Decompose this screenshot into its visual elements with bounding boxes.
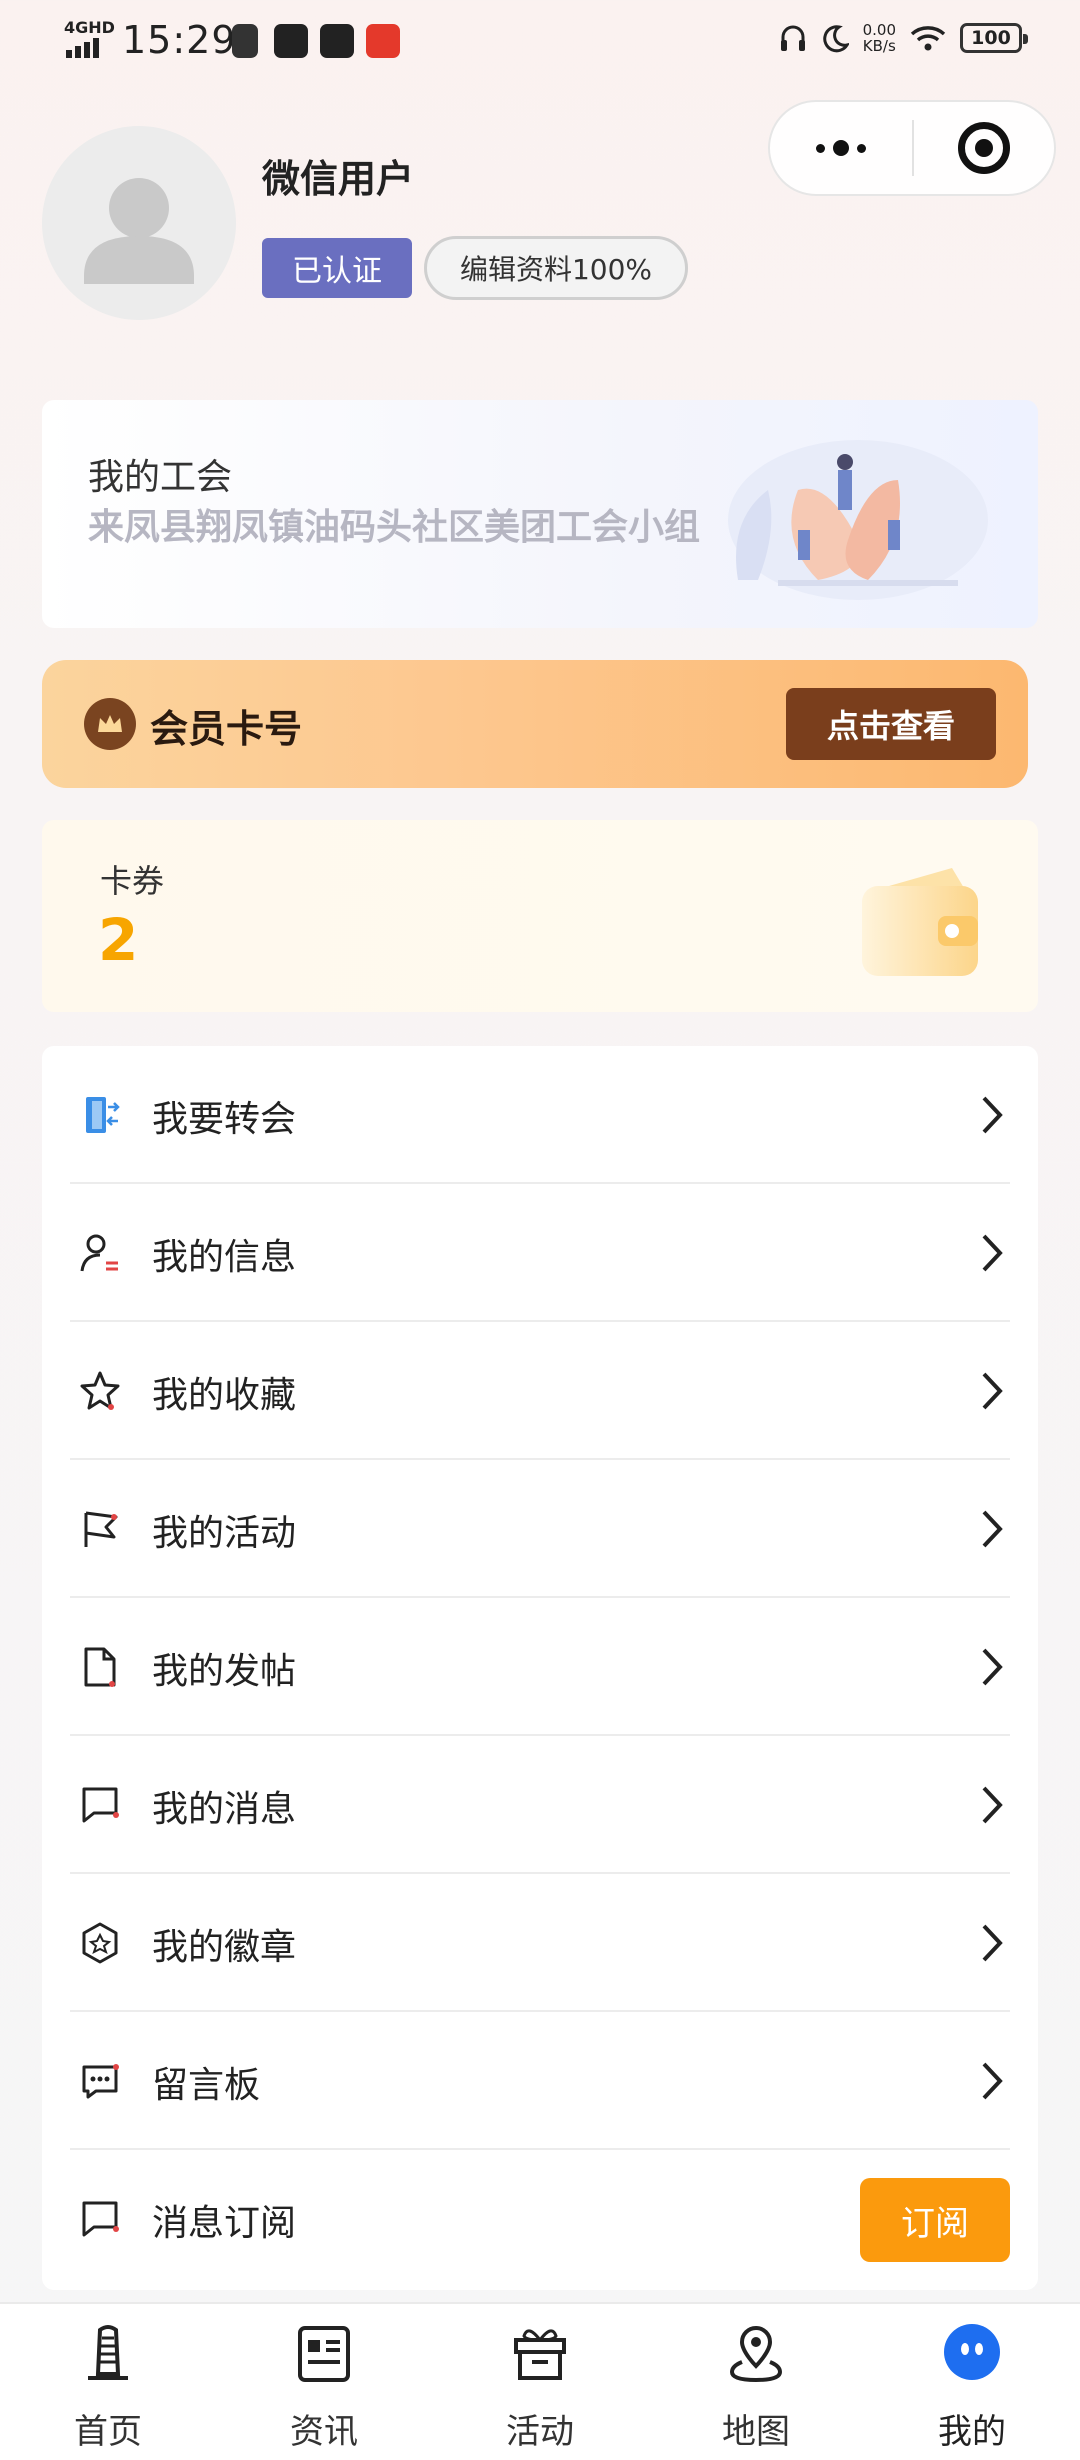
profile-icon — [944, 2324, 1000, 2380]
default-avatar-icon — [84, 178, 194, 284]
view-member-card-button[interactable]: 点击查看 — [786, 688, 996, 760]
menu-item-label: 留言板 — [152, 2065, 261, 2106]
badge-icon — [82, 1922, 118, 1964]
tab-mine[interactable]: 我的 — [864, 2304, 1080, 2460]
subscribe-message-icon — [82, 2201, 119, 2237]
chevron-right-icon — [982, 1234, 1003, 1272]
verified-badge: 已认证 — [262, 238, 412, 298]
menu-item-label: 我的收藏 — [152, 1375, 297, 1416]
map-pin-icon — [729, 2325, 783, 2383]
menu-list: 我要转会 我的信息 我的收藏 我的活动 我的发帖 我的消息 我的徽章 留言板 消… — [42, 1046, 1038, 2290]
app-notification-icon — [274, 24, 308, 58]
union-name: 来凤县翔凤镇油码头社区美团工会小组 — [88, 507, 701, 548]
more-options-button[interactable] — [770, 102, 912, 194]
coupon-card[interactable]: 卡券 2 — [42, 820, 1038, 1012]
wifi-icon — [910, 26, 946, 51]
my-union-card[interactable]: 我的工会 来凤县翔凤镇油码头社区美团工会小组 — [42, 400, 1038, 628]
chevron-right-icon — [982, 1924, 1003, 1962]
network-type: 4GHD — [64, 18, 115, 37]
menu-item-label: 我的徽章 — [152, 1927, 297, 1968]
avatar[interactable] — [42, 126, 236, 320]
menu-item-messages[interactable]: 我的消息 — [70, 1736, 1010, 1874]
tab-label: 首页 — [74, 2412, 142, 2452]
coupon-label: 卡券 — [100, 862, 165, 900]
chevron-right-icon — [982, 1372, 1003, 1410]
edit-profile-button[interactable]: 编辑资料100% — [424, 236, 688, 300]
menu-item-subscribe: 消息订阅 订阅 — [70, 2150, 1010, 2288]
user-name: 微信用户 — [262, 157, 415, 201]
chevron-right-icon — [982, 1648, 1003, 1686]
menu-item-label: 我的信息 — [152, 1237, 297, 1278]
more-icon — [816, 143, 825, 153]
document-icon — [84, 1647, 116, 1687]
menu-item-favorites[interactable]: 我的收藏 — [70, 1322, 1010, 1460]
moon-icon — [822, 25, 849, 53]
tab-map[interactable]: 地图 — [648, 2304, 864, 2460]
chevron-right-icon — [982, 2062, 1003, 2100]
flag-icon — [84, 1511, 118, 1547]
user-info-icon — [80, 1234, 118, 1272]
transfer-door-icon — [86, 1097, 120, 1133]
coupon-count: 2 — [98, 906, 139, 974]
bank-app-icon — [366, 24, 400, 58]
battery-indicator: 100 — [960, 23, 1028, 53]
menu-item-activities[interactable]: 我的活动 — [70, 1460, 1010, 1598]
tab-label: 活动 — [506, 2412, 574, 2452]
menu-item-label: 我的发帖 — [152, 1651, 297, 1692]
comment-board-icon — [82, 2064, 119, 2099]
chevron-right-icon — [982, 1786, 1003, 1824]
menu-item-info[interactable]: 我的信息 — [70, 1184, 1010, 1322]
status-right: 0.00 KB/s 100 — [779, 21, 1028, 55]
union-title: 我的工会 — [88, 457, 233, 498]
home-icon — [88, 2325, 128, 2380]
miniprogram-capsule — [768, 100, 1056, 196]
subscribe-button[interactable]: 订阅 — [860, 2178, 1010, 2262]
tab-label: 资讯 — [290, 2412, 358, 2452]
status-time: 15:29 — [122, 18, 237, 62]
menu-item-message-board[interactable]: 留言板 — [70, 2012, 1010, 2150]
tab-news[interactable]: 资讯 — [216, 2304, 432, 2460]
menu-item-posts[interactable]: 我的发帖 — [70, 1598, 1010, 1736]
tab-label: 我的 — [938, 2412, 1006, 2452]
menu-item-transfer[interactable]: 我要转会 — [70, 1046, 1010, 1184]
bottom-tab-bar: 首页 资讯 活动 地图 我的 — [0, 2302, 1080, 2460]
star-icon — [80, 1371, 120, 1410]
gift-icon — [514, 2329, 566, 2380]
network-speed: 0.00 KB/s — [862, 21, 896, 55]
clipboard-icon — [232, 24, 258, 58]
news-icon — [298, 2326, 350, 2382]
member-card: 会员卡号 点击查看 — [42, 660, 1028, 788]
member-card-label: 会员卡号 — [150, 707, 303, 751]
chevron-right-icon — [982, 1510, 1003, 1548]
union-illustration-icon — [728, 440, 988, 600]
app-notification-icon — [320, 24, 354, 58]
tab-home[interactable]: 首页 — [0, 2304, 216, 2460]
menu-item-label: 我要转会 — [152, 1099, 297, 1140]
wallet-icon — [862, 868, 978, 976]
headphone-icon — [780, 25, 805, 51]
status-bar: 4GHD 15:29 0.00 KB/s 100 — [0, 0, 1080, 84]
menu-item-label: 我的活动 — [152, 1513, 297, 1554]
menu-item-label: 消息订阅 — [152, 2203, 297, 2244]
tab-label: 地图 — [722, 2412, 790, 2452]
chevron-right-icon — [982, 1096, 1003, 1134]
menu-item-badges[interactable]: 我的徽章 — [70, 1874, 1010, 2012]
close-miniprogram-button[interactable] — [914, 122, 1054, 174]
tab-activities[interactable]: 活动 — [432, 2304, 648, 2460]
menu-item-label: 我的消息 — [152, 1789, 297, 1830]
crown-icon — [84, 698, 136, 750]
message-icon — [82, 1787, 119, 1823]
signal-icon — [66, 38, 99, 58]
target-icon — [958, 122, 1010, 174]
